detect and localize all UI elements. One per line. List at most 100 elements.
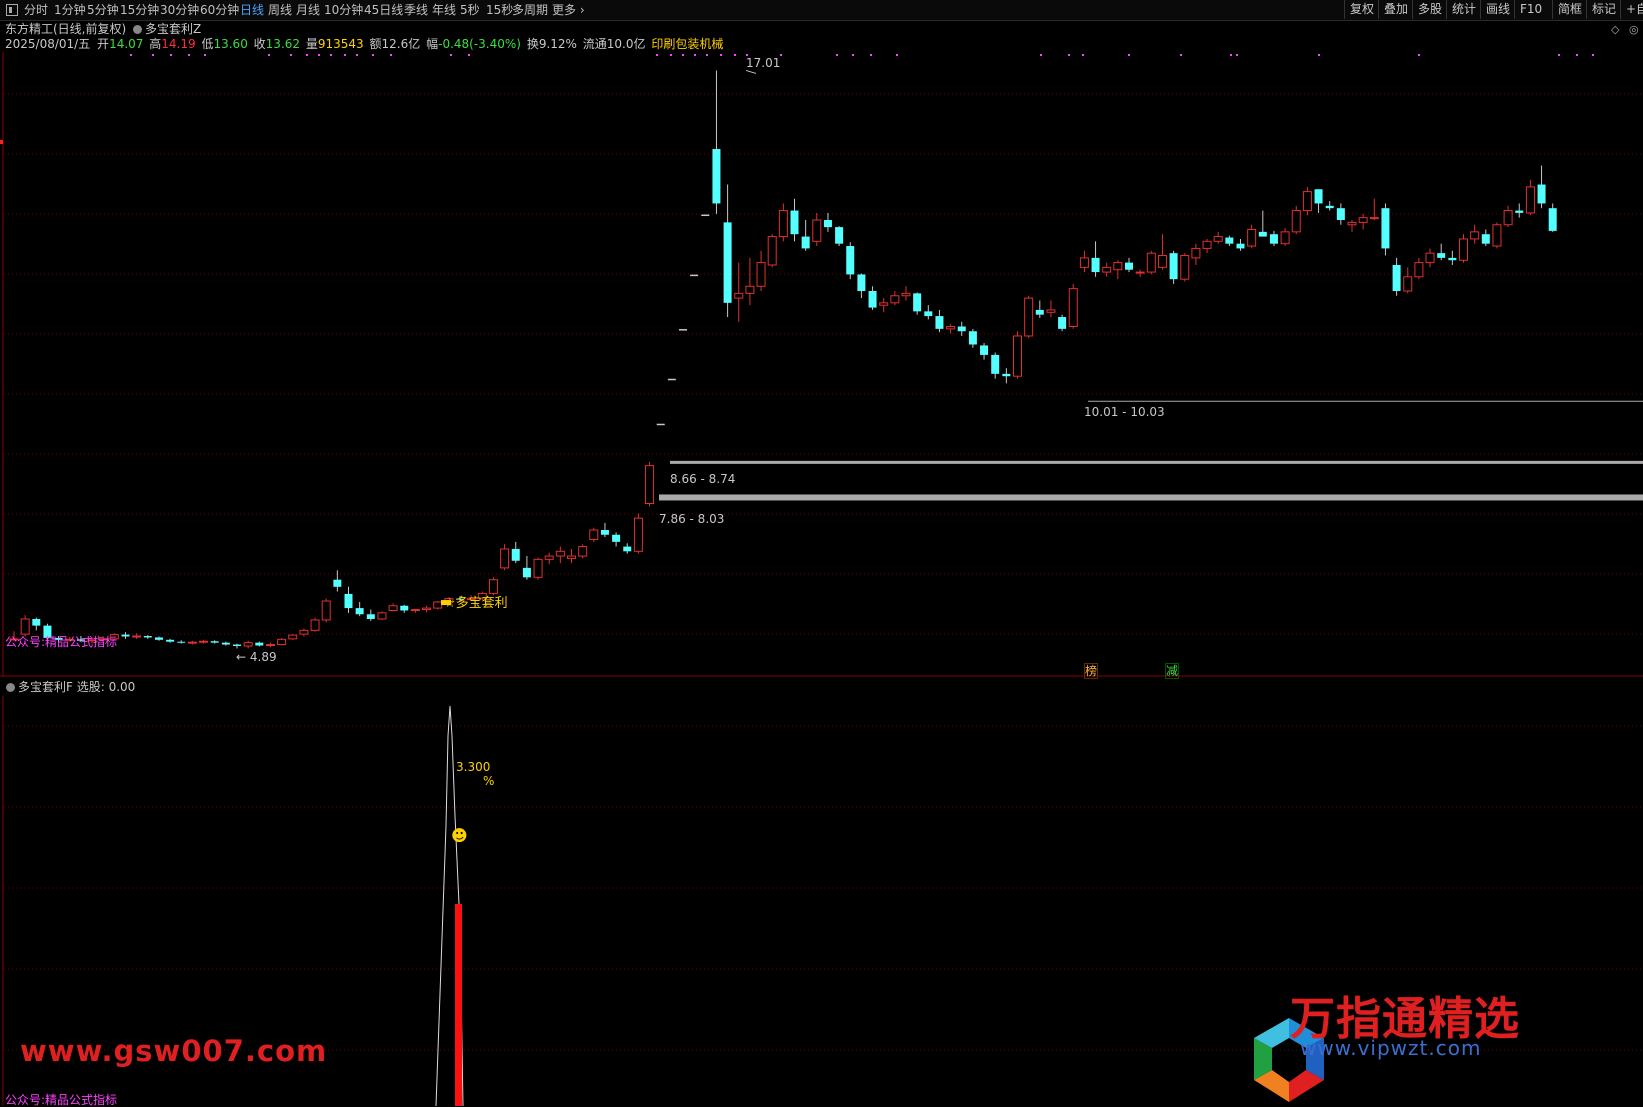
candle-body-down bbox=[1125, 262, 1133, 270]
magenta-marker bbox=[870, 54, 872, 56]
candle-body-down bbox=[1269, 234, 1278, 244]
amount-label: 额 bbox=[369, 37, 382, 51]
toolbar-button-1[interactable]: 叠加 bbox=[1378, 0, 1413, 19]
high-value: 14.19 bbox=[161, 37, 196, 51]
sub-indicator-toggle-icon[interactable] bbox=[6, 683, 15, 692]
tab-period-5[interactable]: 60分钟 bbox=[200, 2, 239, 18]
close-icon[interactable]: ◎ bbox=[1629, 23, 1639, 36]
high-label: 高 bbox=[149, 37, 162, 51]
candle-body-up bbox=[1470, 231, 1480, 240]
candle-body-up bbox=[645, 465, 655, 505]
change-value: -0.48(-3.40%) bbox=[438, 37, 521, 51]
tab-period-0[interactable]: 分时 bbox=[24, 2, 48, 18]
candle-body-up bbox=[422, 607, 432, 611]
candle-body-up bbox=[756, 262, 766, 287]
candle-body-down bbox=[1448, 257, 1457, 261]
candle-body-up bbox=[544, 555, 554, 560]
signal-label: ☆多宝套利 bbox=[444, 596, 508, 611]
candle-body-up bbox=[1503, 210, 1513, 226]
magenta-marker bbox=[290, 54, 292, 56]
industry-tag[interactable]: 印刷包装机械 bbox=[651, 37, 723, 51]
candle-body-up bbox=[1291, 210, 1301, 233]
date-value: 2025/08/01/五 bbox=[5, 37, 91, 51]
tab-period-12[interactable]: 年线 bbox=[432, 2, 456, 18]
tab-period-9[interactable]: 10分钟 bbox=[324, 2, 363, 18]
toolbar-button-4[interactable]: 画线 bbox=[1480, 0, 1515, 19]
candle-body-up bbox=[1113, 262, 1123, 271]
indicator-toggle-icon[interactable] bbox=[133, 25, 142, 34]
magenta-marker bbox=[836, 54, 838, 56]
tab-period-16[interactable]: 更多 › bbox=[552, 2, 585, 18]
toolbar-button-6[interactable]: 简框 bbox=[1552, 0, 1587, 19]
candle-body-down bbox=[154, 637, 163, 640]
indicator-name[interactable]: 多宝套利Z bbox=[133, 22, 201, 36]
magenta-marker bbox=[318, 54, 320, 56]
ohlc-bar: 2025/08/01/五 开14.07 高14.19 低13.60 收13.62… bbox=[5, 37, 723, 51]
magenta-marker bbox=[268, 54, 270, 56]
magenta-marker bbox=[734, 54, 736, 56]
candle-body-up bbox=[433, 601, 443, 609]
candle-body-up bbox=[1459, 238, 1468, 261]
candle-body-down bbox=[522, 567, 531, 578]
tab-period-13[interactable]: 5秒 bbox=[460, 2, 480, 18]
candlestick-chart[interactable] bbox=[0, 52, 1643, 677]
tab-period-15[interactable]: 多周期 bbox=[512, 2, 548, 18]
magenta-marker bbox=[852, 54, 854, 56]
volume-value: 913543 bbox=[317, 37, 364, 51]
magenta-marker bbox=[1180, 54, 1182, 56]
tab-period-14[interactable]: 15秒 bbox=[486, 2, 513, 18]
candle-body-down bbox=[1091, 257, 1100, 273]
candle-body-up bbox=[1492, 224, 1502, 247]
badge-bang[interactable]: 榜 bbox=[1084, 663, 1099, 679]
diamond-icon[interactable]: ◇ bbox=[1611, 23, 1619, 36]
toolbar-button-7[interactable]: 标记 bbox=[1586, 0, 1621, 19]
tab-period-8[interactable]: 月线 bbox=[296, 2, 320, 18]
candle-body-down bbox=[846, 246, 855, 275]
tab-period-11[interactable]: 季线 bbox=[404, 2, 428, 18]
peak-arrow bbox=[745, 69, 757, 74]
candle-body-down bbox=[1058, 317, 1067, 329]
candle-body-up bbox=[1280, 231, 1290, 245]
magenta-marker bbox=[330, 54, 332, 56]
period-toolbar: 分时 1分钟 5分钟 15分钟 30分钟 60分钟 日线 周线 月线 10分钟 45日线 季线 年线 5秒… bbox=[0, 0, 1643, 21]
indicator-bar bbox=[455, 904, 462, 1106]
candle-body-up bbox=[946, 326, 956, 330]
low-label: 低 bbox=[201, 37, 214, 51]
candle-body-up bbox=[533, 558, 543, 578]
tab-period-7[interactable]: 周线 bbox=[268, 2, 292, 18]
candle-body-down bbox=[1392, 264, 1401, 292]
menu-icon[interactable] bbox=[6, 4, 18, 16]
tab-period-2[interactable]: 5分钟 bbox=[87, 2, 119, 18]
candle-body-up bbox=[1347, 221, 1357, 226]
candle-body-up bbox=[1358, 217, 1368, 223]
candle-body-up bbox=[778, 210, 788, 238]
magenta-marker bbox=[1040, 54, 1042, 56]
tab-period-10[interactable]: 45日线 bbox=[364, 2, 403, 18]
candle-body-down bbox=[344, 593, 353, 609]
zone-top-label: 10.01 - 10.03 bbox=[1084, 405, 1165, 419]
candle-body-up bbox=[812, 219, 822, 242]
magenta-marker bbox=[1068, 54, 1070, 56]
magenta-marker bbox=[450, 54, 452, 56]
tab-period-4[interactable]: 30分钟 bbox=[160, 2, 199, 18]
magenta-marker bbox=[356, 54, 358, 56]
sub-indicator-title: 多宝套利F bbox=[18, 680, 73, 694]
candle-body-down bbox=[143, 636, 152, 638]
badge-jian[interactable]: 减 bbox=[1165, 663, 1180, 679]
toolbar-button-3[interactable]: 统计 bbox=[1446, 0, 1481, 19]
toolbar-extra-button[interactable]: +自 bbox=[1620, 0, 1643, 19]
candle-body-up bbox=[132, 635, 142, 638]
candle-body-down bbox=[980, 345, 989, 355]
tab-period-1[interactable]: 1分钟 bbox=[54, 2, 86, 18]
candle-body-down bbox=[924, 311, 933, 317]
toolbar-button-0[interactable]: 复权 bbox=[1344, 0, 1379, 19]
change-label: 幅 bbox=[426, 37, 439, 51]
tab-period-3[interactable]: 15分钟 bbox=[120, 2, 159, 18]
toolbar-button-5[interactable]: F10 bbox=[1514, 0, 1547, 19]
candle-body-down bbox=[1236, 243, 1245, 249]
candle-body-down bbox=[333, 579, 342, 587]
toolbar-button-2[interactable]: 多股 bbox=[1412, 0, 1447, 19]
candle-body-up bbox=[1180, 255, 1190, 280]
magenta-marker bbox=[1318, 54, 1320, 56]
tab-period-6[interactable]: 日线 bbox=[240, 2, 264, 18]
